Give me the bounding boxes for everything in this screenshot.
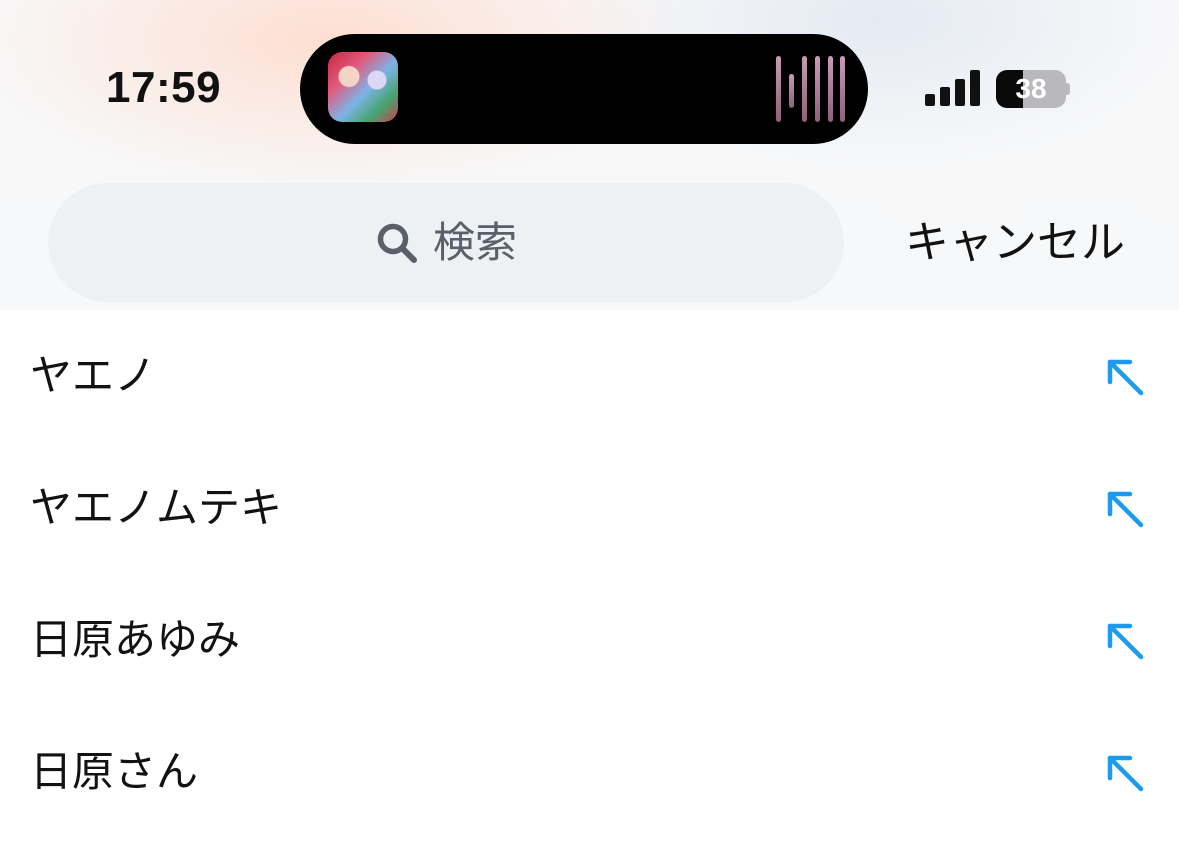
arrow-up-left-icon[interactable] <box>1100 352 1148 400</box>
search-input[interactable]: 検索 <box>48 183 844 302</box>
suggestion-row[interactable]: 日原さん <box>0 706 1179 838</box>
search-placeholder: 検索 <box>432 217 517 267</box>
album-art[interactable] <box>328 52 398 122</box>
search-screen: 17:59 38 検索 キャンセル ヤエノ ヤエノムテキ 日原あゆみ 日原さん <box>0 0 1179 846</box>
dynamic-island[interactable] <box>300 34 868 144</box>
battery-level: 38 <box>1015 73 1047 104</box>
arrow-up-left-icon[interactable] <box>1100 616 1148 664</box>
suggestion-text: 日原さん <box>30 747 199 796</box>
search-icon <box>377 223 417 263</box>
cancel-button[interactable]: キャンセル <box>880 213 1150 273</box>
status-time: 17:59 <box>106 63 222 112</box>
suggestion-row[interactable]: ヤエノ <box>0 310 1179 442</box>
suggestion-text: ヤエノ <box>30 351 157 400</box>
suggestion-row[interactable]: ヤエノムテキ <box>0 442 1179 574</box>
suggestion-text: ヤエノムテキ <box>30 483 283 532</box>
battery-cap <box>1066 83 1070 95</box>
arrow-up-left-icon[interactable] <box>1100 484 1148 532</box>
arrow-up-left-icon[interactable] <box>1100 748 1148 796</box>
suggestion-text: 日原あゆみ <box>30 615 241 664</box>
cellular-signal-icon <box>925 70 981 106</box>
suggestion-row[interactable]: 日原あゆみ <box>0 574 1179 706</box>
audio-waveform-icon <box>776 56 846 122</box>
battery-icon: 38 <box>996 70 1070 108</box>
search-suggestions-list: ヤエノ ヤエノムテキ 日原あゆみ 日原さん <box>0 310 1179 846</box>
